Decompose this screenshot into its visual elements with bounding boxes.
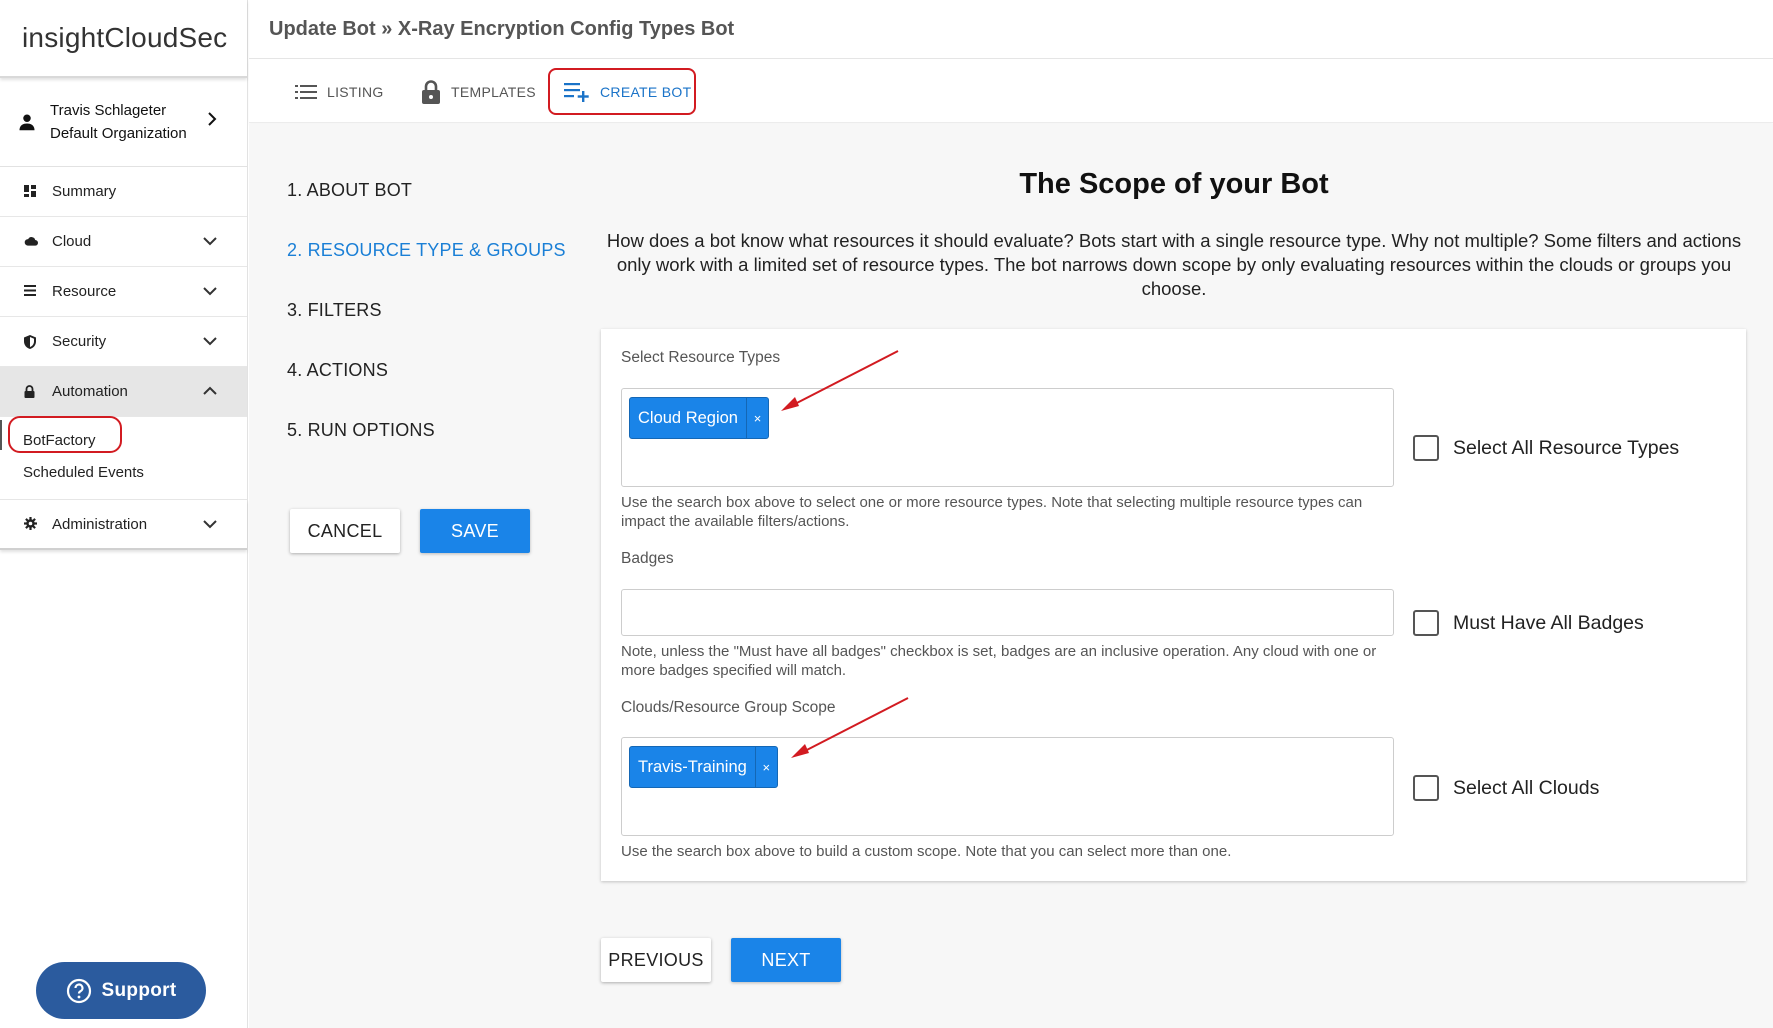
sidebar-item-label: Resource — [52, 283, 117, 300]
tabs-bar: LISTING TEMPLATES CREATE BOT — [249, 60, 1773, 123]
must-have-all-badges-checkbox[interactable]: Must Have All Badges — [1413, 610, 1644, 636]
list-icon — [24, 284, 38, 299]
checkbox-label: Select All Resource Types — [1453, 436, 1680, 459]
chip-label: Travis-Training — [638, 757, 747, 776]
step-about-bot[interactable]: 1. ABOUT BOT — [287, 180, 412, 201]
user-org: Default Organization — [50, 125, 187, 142]
checkbox-label: Select All Clouds — [1453, 776, 1600, 799]
sidebar-item-label: Summary — [52, 183, 117, 200]
badges-label: Badges — [621, 550, 674, 567]
sidebar-item-label: Cloud — [52, 233, 92, 250]
logo-text-bold: CloudSec — [104, 22, 228, 53]
checkbox-box[interactable] — [1413, 610, 1439, 636]
app-logo[interactable]: insightCloudSec — [22, 22, 227, 54]
resource-types-hint: Use the search box above to select one o… — [621, 494, 1363, 530]
scope-hint: Use the search box above to build a cust… — [621, 843, 1232, 860]
chip-remove-button[interactable]: × — [745, 398, 768, 438]
lock-icon — [422, 79, 440, 104]
sidebar-subitem-scheduled-events[interactable]: Scheduled Events — [0, 457, 247, 489]
tab-label: TEMPLATES — [451, 83, 536, 100]
checkbox-box[interactable] — [1413, 435, 1439, 461]
select-all-resource-types-checkbox[interactable]: Select All Resource Types — [1413, 435, 1679, 461]
sidebar-item-summary[interactable]: Summary — [0, 167, 247, 217]
step-resource-type-groups[interactable]: 2. RESOURCE TYPE & GROUPS — [287, 240, 566, 261]
save-button[interactable]: SAVE — [420, 509, 530, 553]
step-label: 1. ABOUT BOT — [287, 180, 413, 200]
chevron-down-icon[interactable] — [203, 284, 217, 298]
chevron-down-icon[interactable] — [203, 234, 217, 248]
list-icon — [295, 84, 317, 99]
scope-label: Clouds/Resource Group Scope — [621, 699, 836, 716]
next-button[interactable]: NEXT — [731, 938, 841, 982]
support-button[interactable]: Support — [36, 962, 206, 1019]
chevron-up-icon[interactable] — [203, 384, 217, 398]
step-run-options[interactable]: 5. RUN OPTIONS — [287, 420, 435, 441]
step-label: 4. ACTIONS — [287, 360, 389, 380]
sidebar-item-automation[interactable]: Automation — [0, 367, 247, 417]
cloud-icon — [24, 235, 38, 249]
scope-description: How does a bot know what resources it sh… — [606, 230, 1742, 299]
badges-hint: Note, unless the "Must have all badges" … — [621, 643, 1377, 679]
scope-form-card: Select Resource Types Cloud Region × Use… — [601, 329, 1746, 881]
shield-icon — [24, 334, 38, 349]
lock-icon — [24, 384, 38, 399]
resource-type-chip[interactable]: Cloud Region × — [629, 397, 769, 439]
tab-label: LISTING — [327, 83, 384, 100]
scope-chip[interactable]: Travis-Training × — [629, 746, 778, 788]
sidebar-item-label: Automation — [52, 383, 128, 400]
tab-templates[interactable]: TEMPLATES — [421, 60, 536, 123]
checkbox-label: Must Have All Badges — [1453, 611, 1644, 634]
step-label: 3. FILTERS — [287, 300, 382, 320]
checkbox-box[interactable] — [1413, 775, 1439, 801]
person-icon — [19, 114, 35, 131]
step-actions[interactable]: 4. ACTIONS — [287, 360, 388, 381]
chip-remove-button[interactable]: × — [754, 747, 777, 787]
step-filters[interactable]: 3. FILTERS — [287, 300, 382, 321]
step-label: 2. RESOURCE TYPE & GROUPS — [287, 240, 566, 260]
page-header: Update Bot » X-Ray Encryption Config Typ… — [249, 0, 1773, 59]
tab-listing[interactable]: LISTING — [295, 60, 384, 123]
sidebar-item-administration[interactable]: Administration — [0, 500, 247, 550]
resource-types-label: Select Resource Types — [621, 349, 781, 366]
cancel-button[interactable]: CANCEL — [290, 509, 400, 553]
badges-input[interactable] — [621, 589, 1394, 636]
page-title: The Scope of your Bot — [1019, 168, 1329, 200]
chip-label: Cloud Region — [638, 408, 738, 427]
logo-area: insightCloudSec — [0, 0, 247, 78]
user-name: Travis Schlageter — [50, 102, 167, 119]
next-label: NEXT — [761, 949, 811, 970]
support-label: Support — [101, 979, 177, 1001]
cancel-label: CANCEL — [307, 520, 383, 541]
logo-text-light: insight — [22, 22, 105, 53]
chevron-down-icon[interactable] — [203, 517, 217, 531]
botfactory-active-marker — [0, 420, 2, 450]
sidebar-item-label: Administration — [52, 515, 148, 533]
create-bot-highlight — [548, 68, 696, 115]
chevron-right-icon — [208, 112, 217, 126]
save-label: SAVE — [451, 520, 499, 541]
sidebar-item-label: Security — [52, 333, 107, 350]
previous-button[interactable]: PREVIOUS — [601, 938, 711, 982]
select-all-clouds-checkbox[interactable]: Select All Clouds — [1413, 775, 1599, 801]
chevron-down-icon[interactable] — [203, 334, 217, 348]
user-profile[interactable]: Travis Schlageter Default Organization — [0, 78, 247, 167]
previous-label: PREVIOUS — [608, 949, 704, 970]
gear-icon — [24, 517, 38, 531]
sidebar-item-security[interactable]: Security — [0, 317, 247, 367]
help-icon — [66, 978, 91, 1003]
step-label: 5. RUN OPTIONS — [287, 420, 435, 440]
sidebar-subitem-label: Scheduled Events — [23, 464, 144, 481]
breadcrumb: Update Bot » X-Ray Encryption Config Typ… — [269, 17, 735, 40]
sidebar-item-resource[interactable]: Resource — [0, 267, 247, 317]
sidebar: insightCloudSec Travis Schlageter Defaul… — [0, 0, 248, 1028]
dashboard-icon — [24, 184, 38, 199]
sidebar-item-cloud[interactable]: Cloud — [0, 217, 247, 267]
botfactory-highlight — [8, 416, 122, 453]
